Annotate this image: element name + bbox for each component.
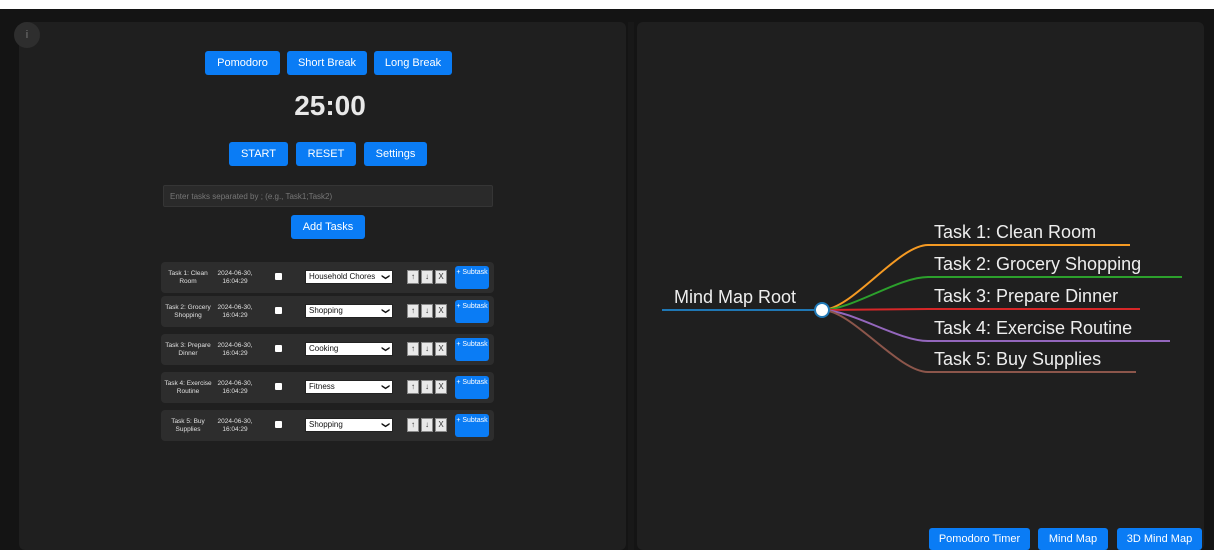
mindmap-branch-label[interactable]: Task 2: Grocery Shopping <box>934 254 1141 275</box>
nav-pomodoro-timer-button[interactable]: Pomodoro Timer <box>929 528 1030 550</box>
nav-3d-mind-map-button[interactable]: 3D Mind Map <box>1117 528 1202 550</box>
mindmap-canvas <box>662 244 1182 373</box>
nav-mind-map-button[interactable]: Mind Map <box>1038 528 1108 550</box>
mindmap-branch-link <box>821 308 1140 311</box>
mindmap-branch-label[interactable]: Task 1: Clean Room <box>934 222 1096 243</box>
mindmap-root-node[interactable] <box>814 302 830 318</box>
mindmap-branch-label[interactable]: Task 4: Exercise Routine <box>934 318 1132 339</box>
mindmap-branch-label[interactable]: Task 5: Buy Supplies <box>934 349 1101 370</box>
mindmap-branch-label[interactable]: Task 3: Prepare Dinner <box>934 286 1118 307</box>
mindmap-root-label[interactable]: Mind Map Root <box>674 287 796 308</box>
